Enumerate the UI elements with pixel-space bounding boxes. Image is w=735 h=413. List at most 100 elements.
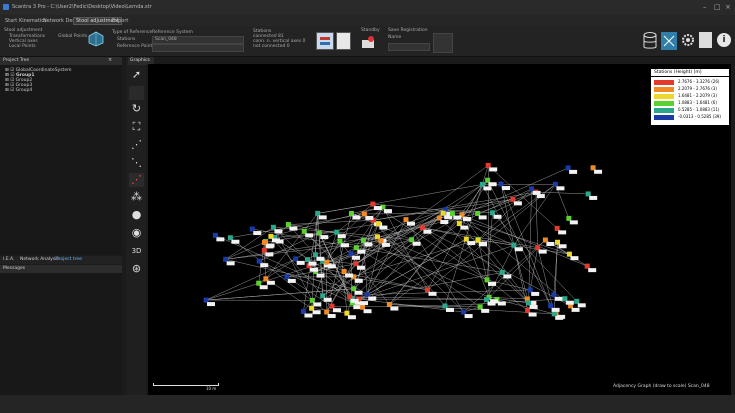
grid-tool-icon[interactable]: ⊛ xyxy=(129,262,144,276)
station-node[interactable] xyxy=(301,228,307,234)
station-node[interactable] xyxy=(511,242,517,248)
station-node[interactable] xyxy=(285,222,291,228)
station-node[interactable] xyxy=(329,303,335,309)
station-node[interactable] xyxy=(475,210,481,216)
station-node[interactable] xyxy=(293,256,299,262)
station-node[interactable] xyxy=(337,238,343,244)
station-node[interactable] xyxy=(212,232,218,238)
station-node[interactable] xyxy=(551,311,557,317)
station-node[interactable] xyxy=(562,296,568,302)
station-node[interactable] xyxy=(585,191,591,197)
tab-iea[interactable]: I.E.A. xyxy=(3,257,14,262)
station-node[interactable] xyxy=(475,237,481,243)
station-node[interactable] xyxy=(364,292,370,298)
station-node[interactable] xyxy=(353,261,359,267)
station-node[interactable] xyxy=(312,252,318,258)
station-node[interactable] xyxy=(268,233,274,239)
eye-tool-icon[interactable]: ◉ xyxy=(129,226,144,240)
ref-stations[interactable]: Stations xyxy=(117,37,135,42)
station-node[interactable] xyxy=(499,269,505,275)
station-node[interactable] xyxy=(316,230,322,236)
menu-start[interactable]: Start xyxy=(5,18,17,24)
station-node[interactable] xyxy=(551,292,557,298)
station-node[interactable] xyxy=(436,215,442,221)
network-tool-icon[interactable] xyxy=(661,32,677,50)
station-node[interactable] xyxy=(485,162,491,168)
station-node[interactable] xyxy=(270,224,276,230)
station-node[interactable] xyxy=(348,251,354,257)
menu-export[interactable]: Export xyxy=(112,18,128,24)
option-local-points[interactable]: Local Points xyxy=(9,44,36,49)
station-node[interactable] xyxy=(554,225,560,231)
station-node[interactable] xyxy=(347,294,353,300)
station-node[interactable] xyxy=(223,256,229,262)
settings-gear-icon[interactable] xyxy=(681,33,695,47)
select-tool-icon[interactable] xyxy=(129,86,144,100)
station-node[interactable] xyxy=(574,298,580,304)
station-node[interactable] xyxy=(370,201,376,207)
database-icon[interactable] xyxy=(643,32,657,50)
station-node[interactable] xyxy=(320,293,326,299)
station-node[interactable] xyxy=(300,309,306,315)
station-node[interactable] xyxy=(498,181,504,187)
station-node[interactable] xyxy=(304,257,310,263)
station-node[interactable] xyxy=(227,235,233,241)
station-node[interactable] xyxy=(419,225,425,231)
nodes-tool-icon[interactable]: ⁂ xyxy=(129,190,144,204)
station-node[interactable] xyxy=(526,300,532,306)
station-node[interactable] xyxy=(477,304,483,310)
report-icon[interactable] xyxy=(316,32,334,50)
station-node[interactable] xyxy=(324,309,330,315)
station-node[interactable] xyxy=(590,165,596,171)
station-node[interactable] xyxy=(565,165,571,171)
station-node[interactable] xyxy=(334,229,340,235)
station-node[interactable] xyxy=(584,263,590,269)
info-icon[interactable]: i xyxy=(717,33,731,47)
properties-icon[interactable] xyxy=(699,32,712,48)
reference-system-select[interactable]: Scan_048 xyxy=(152,36,244,44)
station-node[interactable] xyxy=(409,237,415,243)
station-node[interactable] xyxy=(353,245,359,251)
option-global-points[interactable]: Global Points xyxy=(58,34,87,39)
graph-tool-icon[interactable]: ⋰ xyxy=(129,138,144,152)
station-node[interactable] xyxy=(344,310,350,316)
tree-item[interactable]: ⊞ ☑ Group4 xyxy=(5,88,71,93)
station-node[interactable] xyxy=(566,251,572,257)
close-icon[interactable]: × xyxy=(725,4,731,11)
ref-points[interactable]: Reference Points xyxy=(117,44,155,49)
station-node[interactable] xyxy=(351,286,357,292)
station-node[interactable] xyxy=(449,211,455,217)
graph-active-icon[interactable]: ⋰ xyxy=(129,173,144,187)
adjust-cube-icon[interactable] xyxy=(88,31,104,47)
reference-points-select[interactable] xyxy=(152,44,244,52)
station-node[interactable] xyxy=(566,215,572,221)
graph-edit-icon[interactable]: ⋱ xyxy=(129,156,144,170)
station-node[interactable] xyxy=(256,258,262,264)
station-node[interactable] xyxy=(315,210,321,216)
station-node[interactable] xyxy=(527,287,533,293)
station-node[interactable] xyxy=(442,303,448,309)
station-node[interactable] xyxy=(485,177,491,183)
station-node[interactable] xyxy=(425,287,431,293)
station-node[interactable] xyxy=(525,308,531,314)
frame-tool-icon[interactable]: ⛶ xyxy=(129,120,144,134)
tab-network-analysis[interactable]: Network Analysis xyxy=(20,257,59,262)
station-node[interactable] xyxy=(324,259,330,265)
station-node[interactable] xyxy=(348,210,354,216)
station-node[interactable] xyxy=(463,236,469,242)
station-node[interactable] xyxy=(386,302,392,308)
station-node[interactable] xyxy=(341,269,347,275)
station-node[interactable] xyxy=(461,309,467,315)
standby-icon[interactable] xyxy=(361,35,376,49)
station-node[interactable] xyxy=(256,280,262,286)
document-icon[interactable] xyxy=(336,32,351,50)
station-node[interactable] xyxy=(263,276,269,282)
station-node[interactable] xyxy=(249,226,255,232)
3d-view-button[interactable]: 3D xyxy=(129,244,144,258)
station-node[interactable] xyxy=(361,211,367,217)
tab-project-tree[interactable]: Project tree xyxy=(56,257,82,262)
station-node[interactable] xyxy=(479,181,485,187)
station-node[interactable] xyxy=(535,245,541,251)
save-registration-button[interactable] xyxy=(433,33,453,53)
station-node[interactable] xyxy=(309,305,315,311)
